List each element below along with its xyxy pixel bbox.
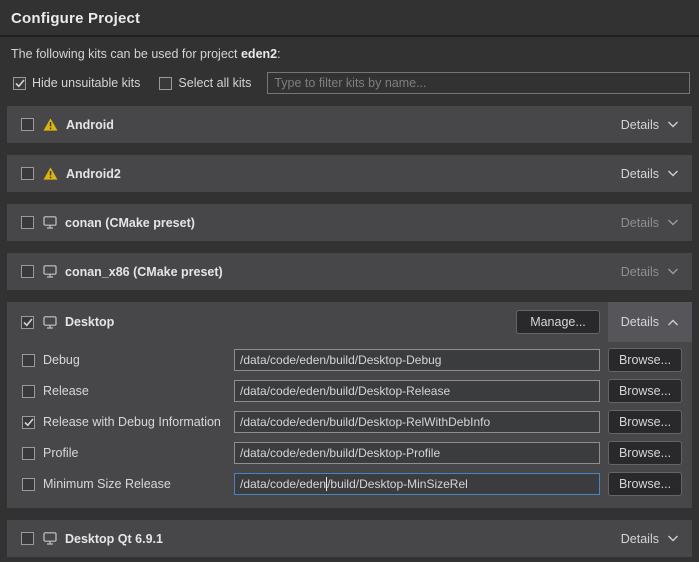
kit-header: Android2 Details: [7, 155, 692, 192]
kit-name: Desktop: [65, 315, 114, 329]
kit-header: conan (CMake preset) Details: [7, 204, 692, 241]
chevron-down-icon: [667, 268, 679, 275]
browse-button[interactable]: Browse...: [608, 472, 682, 496]
details-label: Details: [621, 532, 659, 546]
kit-header: Desktop Qt 6.9.1 Details: [7, 520, 692, 557]
details-toggle[interactable]: Details: [608, 302, 692, 342]
checkbox-label[interactable]: Select all kits: [178, 76, 251, 90]
chevron-down-icon: [667, 535, 679, 542]
kits-description: The following kits can be used for proje…: [11, 47, 687, 61]
kit-header: Android Details: [7, 106, 692, 143]
build-config-row-profile: Profile Browse...: [22, 442, 682, 464]
chevron-down-icon: [667, 170, 679, 177]
details-label: Details: [621, 265, 659, 279]
desktop-icon: [43, 316, 57, 329]
desktop-icon: [43, 265, 57, 278]
kit-checkbox[interactable]: [21, 316, 34, 329]
config-checkbox[interactable]: [22, 478, 35, 491]
details-label: Details: [621, 216, 659, 230]
browse-button[interactable]: Browse...: [608, 441, 682, 465]
kit-name: Desktop Qt 6.9.1: [65, 532, 163, 546]
warning-icon: [43, 118, 58, 131]
config-checkbox[interactable]: [22, 416, 35, 429]
chevron-down-icon: [667, 219, 679, 226]
details-label: Details: [621, 315, 659, 329]
config-label[interactable]: Debug: [43, 353, 80, 367]
kit-name: Android: [66, 118, 114, 132]
build-config-row-minsizerel: Minimum Size Release /data/code/eden/bui…: [22, 473, 682, 495]
build-config-row-release: Release Browse...: [22, 380, 682, 402]
details-toggle[interactable]: Details: [608, 204, 692, 241]
config-checkbox[interactable]: [22, 354, 35, 367]
build-dir-input[interactable]: [234, 442, 600, 464]
kit-row-android: Android Details: [7, 106, 692, 143]
checkbox-box[interactable]: [13, 77, 26, 90]
project-name: eden2: [241, 47, 277, 61]
kit-header: Desktop Manage... Details: [7, 302, 692, 342]
desktop-icon: [43, 216, 57, 229]
kit-details-panel: Debug Browse... Release Browse... Releas…: [7, 342, 692, 508]
build-dir-input[interactable]: [234, 380, 600, 402]
kit-header: conan_x86 (CMake preset) Details: [7, 253, 692, 290]
kit-checkbox[interactable]: [21, 532, 34, 545]
build-config-row-relwithdebinfo: Release with Debug Information Browse...: [22, 411, 682, 433]
browse-button[interactable]: Browse...: [608, 348, 682, 372]
kit-filter-input[interactable]: [267, 72, 690, 94]
filter-row: Hide unsuitable kits Select all kits: [13, 72, 690, 94]
kit-row-desktop-qt: Desktop Qt 6.9.1 Details: [7, 520, 692, 557]
kit-row-conan: conan (CMake preset) Details: [7, 204, 692, 241]
build-dir-input[interactable]: [234, 349, 600, 371]
build-config-row-debug: Debug Browse...: [22, 349, 682, 371]
config-checkbox[interactable]: [22, 447, 35, 460]
kit-row-conan-x86: conan_x86 (CMake preset) Details: [7, 253, 692, 290]
kit-row-android2: Android2 Details: [7, 155, 692, 192]
kit-list: Android Details Android2 Details conan (…: [0, 106, 699, 557]
kit-row-desktop: Desktop Manage... Details Debug Browse..…: [7, 302, 692, 508]
check-icon: [23, 318, 33, 327]
kit-checkbox[interactable]: [21, 118, 34, 131]
check-icon: [24, 418, 34, 427]
checkbox-label[interactable]: Hide unsuitable kits: [32, 76, 140, 90]
kit-name: Android2: [66, 167, 121, 181]
kit-name: conan_x86 (CMake preset): [65, 265, 223, 279]
check-icon: [15, 79, 25, 88]
details-toggle[interactable]: Details: [608, 155, 692, 192]
hide-unsuitable-kits-checkbox[interactable]: Hide unsuitable kits: [13, 76, 140, 90]
chevron-up-icon: [667, 319, 679, 326]
details-toggle[interactable]: Details: [608, 520, 692, 557]
details-toggle[interactable]: Details: [608, 253, 692, 290]
desktop-icon: [43, 532, 57, 545]
browse-button[interactable]: Browse...: [608, 379, 682, 403]
config-label[interactable]: Release: [43, 384, 89, 398]
chevron-down-icon: [667, 121, 679, 128]
kit-checkbox[interactable]: [21, 167, 34, 180]
config-label[interactable]: Release with Debug Information: [43, 415, 221, 429]
manage-kits-button[interactable]: Manage...: [516, 310, 600, 334]
build-dir-input-focused[interactable]: /data/code/eden/build/Desktop-MinSizeRel: [234, 473, 600, 495]
header-divider: [0, 35, 699, 37]
details-toggle[interactable]: Details: [608, 106, 692, 143]
select-all-kits-checkbox[interactable]: Select all kits: [159, 76, 251, 90]
browse-button[interactable]: Browse...: [608, 410, 682, 434]
kit-checkbox[interactable]: [21, 216, 34, 229]
window-header: Configure Project: [0, 0, 699, 35]
kit-checkbox[interactable]: [21, 265, 34, 278]
config-label[interactable]: Minimum Size Release: [43, 477, 171, 491]
kit-name: conan (CMake preset): [65, 216, 195, 230]
details-label: Details: [621, 167, 659, 181]
config-checkbox[interactable]: [22, 385, 35, 398]
page-title: Configure Project: [11, 10, 687, 27]
checkbox-box[interactable]: [159, 77, 172, 90]
warning-icon: [43, 167, 58, 180]
details-label: Details: [621, 118, 659, 132]
config-label[interactable]: Profile: [43, 446, 78, 460]
build-dir-input[interactable]: [234, 411, 600, 433]
